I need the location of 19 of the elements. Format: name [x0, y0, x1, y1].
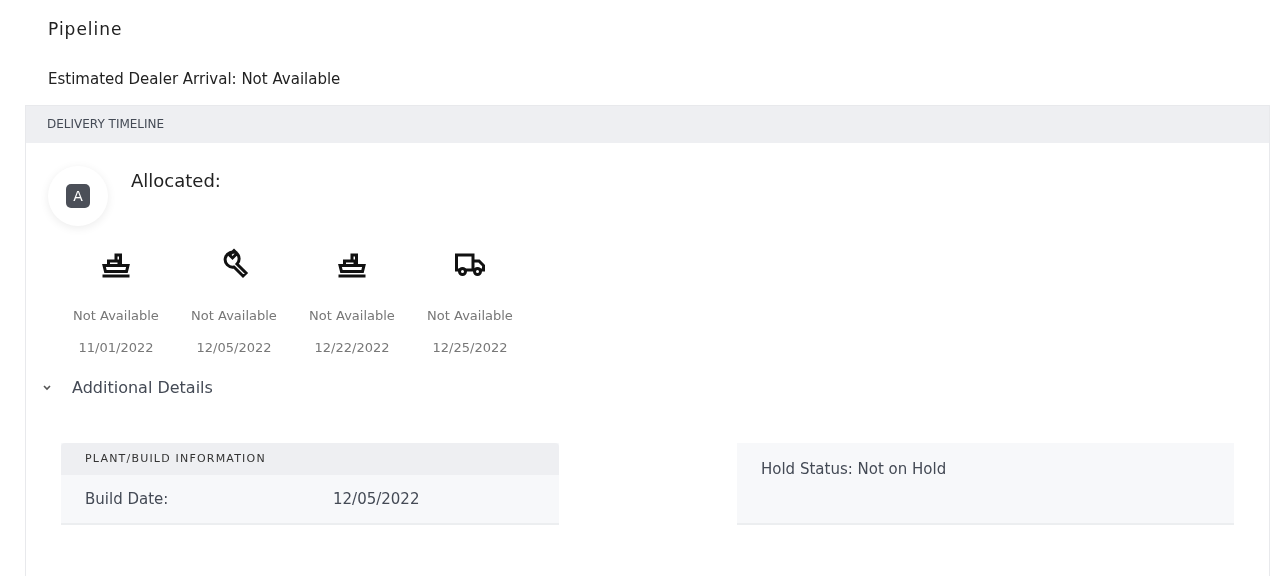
step-status: Not Available [191, 308, 277, 323]
step-status: Not Available [427, 308, 513, 323]
field-label: Build Date: [85, 490, 170, 508]
card-header: PLANT/BUILD INFORMATION [61, 443, 559, 475]
chevron-icon [42, 383, 52, 392]
step-date: 12/05/2022 [196, 340, 272, 355]
hold-status: Hold Status: Not on Hold [761, 460, 947, 478]
page-title: Pipeline [48, 18, 124, 41]
estimated-arrival: Estimated Dealer Arrival: Not Available [48, 69, 342, 90]
step-date: 12/22/2022 [314, 340, 390, 355]
step-status: Not Available [73, 308, 159, 323]
step-date: 11/01/2022 [78, 340, 154, 355]
status-badge: A [66, 184, 90, 208]
field-value: 12/05/2022 [333, 490, 420, 508]
panel-header: DELIVERY TIMELINE [26, 106, 1269, 143]
status-label: Allocated: [131, 170, 221, 193]
step-status: Not Available [309, 308, 395, 323]
step-date: 12/25/2022 [432, 340, 508, 355]
additional-details-toggle[interactable]: Additional Details [42, 378, 213, 397]
